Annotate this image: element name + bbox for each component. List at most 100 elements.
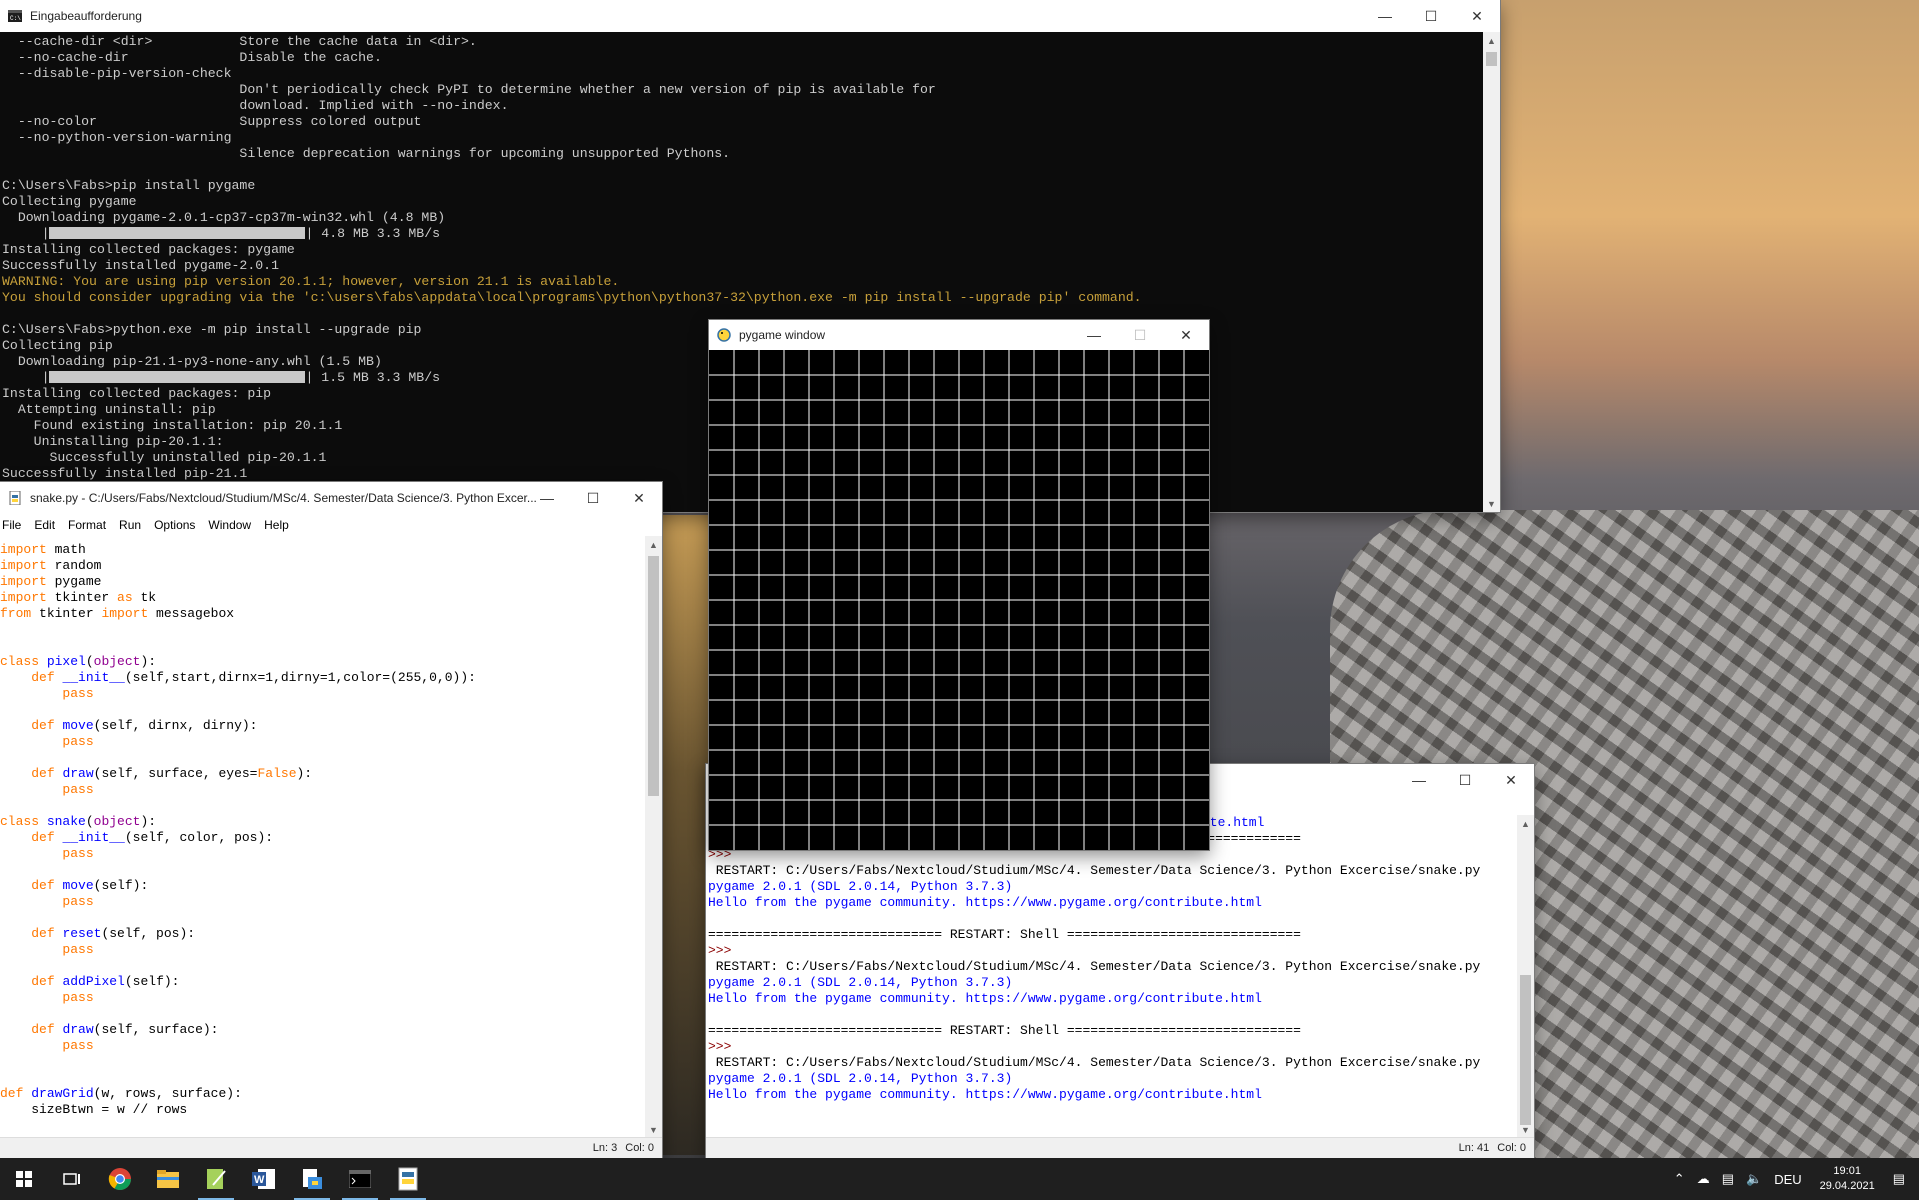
editor-scrollbar[interactable]: ▲ ▼ (645, 536, 662, 1138)
code-line: def move(self): (31, 878, 149, 893)
pygame-title: pygame window (739, 328, 826, 342)
minimize-button[interactable]: — (1396, 764, 1442, 796)
close-button[interactable]: ✕ (616, 482, 662, 514)
windows-start-icon (16, 1171, 32, 1187)
task-view-button[interactable] (48, 1158, 96, 1200)
scroll-down-icon[interactable]: ▼ (1483, 495, 1500, 512)
game-canvas[interactable] (709, 350, 1209, 850)
chevron-up-icon[interactable]: ⌃ (1674, 1171, 1685, 1187)
idle-taskbar-button[interactable] (384, 1158, 432, 1200)
code-editor[interactable]: import math import random import pygame imp… (0, 536, 645, 1138)
minimize-button[interactable]: — (524, 482, 570, 514)
clock-time: 19:01 (1833, 1165, 1861, 1177)
paint-taskbar-button[interactable] (288, 1158, 336, 1200)
code-line: def addPixel(self): (31, 974, 180, 989)
menu-edit[interactable]: Edit (32, 518, 62, 532)
menu-window[interactable]: Window (206, 518, 258, 532)
console-line: Silence deprecation warnings for upcomin… (2, 146, 731, 161)
start-button[interactable] (0, 1158, 48, 1200)
pygame-window[interactable]: pygame window — ☐ ✕ (709, 320, 1209, 850)
code-line: pass (62, 686, 94, 701)
scrollbar-thumb[interactable] (648, 556, 659, 796)
volume-icon[interactable]: 🔈 (1746, 1171, 1762, 1187)
console-line: download. Implied with --no-index. (2, 98, 509, 113)
scroll-down-icon[interactable]: ▼ (645, 1121, 662, 1138)
code-line: class snake(object): (0, 814, 157, 829)
cmd-title: Eingabeaufforderung (30, 9, 142, 23)
svg-text:C:\: C:\ (10, 15, 21, 22)
menu-file[interactable]: File (0, 518, 28, 532)
maximize-button[interactable]: ☐ (1408, 0, 1454, 32)
shell-lines: ============================== RESTART: … (708, 831, 1517, 1103)
game-grid (709, 350, 1209, 850)
scroll-up-icon[interactable]: ▲ (1483, 32, 1500, 49)
minimize-button[interactable]: — (1071, 320, 1117, 350)
shell-output[interactable]: ute.html ============================== … (708, 815, 1517, 1138)
terminal-taskbar-button[interactable] (336, 1158, 384, 1200)
cmd-icon: C:\ (8, 10, 22, 22)
menu-format[interactable]: Format (66, 518, 113, 532)
chrome-icon (108, 1168, 131, 1190)
code-line: import tkinter as tk (0, 590, 157, 605)
code-line: import random (0, 558, 102, 573)
maximize-button[interactable]: ☐ (1442, 764, 1488, 796)
clock[interactable]: 19:01 29.04.2021 (1820, 1164, 1875, 1194)
notepadpp-taskbar-button[interactable] (192, 1158, 240, 1200)
scrollbar-thumb[interactable] (1486, 52, 1497, 66)
code-line: pass (62, 782, 94, 797)
console-line: --no-color Suppress colored output (2, 114, 422, 129)
menu-run[interactable]: Run (117, 518, 148, 532)
code-line: def __init__(self,start,dirnx=1,dirny=1,… (31, 670, 476, 685)
editor-statusbar: Ln: 3 Col: 0 (0, 1137, 662, 1158)
code-line: pass (62, 734, 94, 749)
close-button[interactable]: ✕ (1163, 320, 1209, 350)
scrollbar-thumb[interactable] (1520, 975, 1531, 1125)
word-icon: W (252, 1169, 275, 1189)
editor-titlebar[interactable]: snake.py - C:/Users/Fabs/Nextcloud/Studi… (0, 482, 662, 514)
editor-menubar: File Edit Format Run Options Window Help (0, 514, 662, 537)
word-taskbar-button[interactable]: W (240, 1158, 288, 1200)
onedrive-cloud-icon[interactable]: ☁ (1697, 1171, 1710, 1187)
code-line: def reset(self, pos): (31, 926, 196, 941)
code-line: pass (62, 942, 94, 957)
shell-line: pygame 2.0.1 (SDL 2.0.14, Python 3.7.3) (708, 975, 1013, 990)
scroll-down-icon[interactable]: ▼ (1517, 1121, 1534, 1138)
chrome-taskbar-button[interactable] (96, 1158, 144, 1200)
svg-text:W: W (254, 1174, 265, 1186)
scroll-up-icon[interactable]: ▲ (645, 536, 662, 553)
close-button[interactable]: ✕ (1454, 0, 1500, 32)
cmd-titlebar[interactable]: C:\ Eingabeaufforderung — ☐ ✕ (0, 0, 1500, 32)
shell-line: Hello from the pygame community. https:/… (708, 895, 1262, 910)
file-explorer-taskbar-button[interactable] (144, 1158, 192, 1200)
shell-line: ============================== RESTART: … (708, 1023, 1301, 1038)
pygame-titlebar[interactable]: pygame window — ☐ ✕ (709, 320, 1209, 350)
idle-editor-window[interactable]: snake.py - C:/Users/Fabs/Nextcloud/Studi… (0, 482, 662, 1158)
close-button[interactable]: ✕ (1488, 764, 1534, 796)
shell-statusbar: Ln: 41 Col: 0 (706, 1137, 1534, 1158)
clock-date: 29.04.2021 (1819, 1180, 1875, 1192)
task-view-icon (63, 1173, 80, 1185)
console-line: --no-cache-dir Disable the cache. (2, 50, 382, 65)
maximize-button[interactable]: ☐ (1117, 320, 1163, 350)
code-line: from tkinter import messagebox (0, 606, 235, 621)
shell-scrollbar[interactable]: ▲ ▼ (1517, 815, 1534, 1138)
system-tray: ⌃ ☁ ▤ 🔈 DEU 19:01 29.04.2021 ▤ (1668, 1158, 1919, 1200)
line-indicator: Ln: 41 (1458, 1142, 1490, 1154)
code-line: def move(self, dirnx, dirny): (31, 718, 258, 733)
shell-line: Hello from the pygame community. https:/… (708, 1087, 1262, 1102)
language-indicator[interactable]: DEU (1774, 1172, 1801, 1187)
scroll-up-icon[interactable]: ▲ (1517, 815, 1534, 832)
minimize-button[interactable]: — (1362, 0, 1408, 32)
network-icon[interactable]: ▤ (1722, 1171, 1734, 1187)
menu-options[interactable]: Options (152, 518, 202, 532)
maximize-button[interactable]: ☐ (570, 482, 616, 514)
menu-help[interactable]: Help (262, 518, 296, 532)
notification-icon[interactable]: ▤ (1893, 1171, 1905, 1187)
console-line: Installing collected packages: pygame (2, 242, 295, 257)
cmd-scrollbar[interactable]: ▲ ▼ (1483, 32, 1500, 512)
